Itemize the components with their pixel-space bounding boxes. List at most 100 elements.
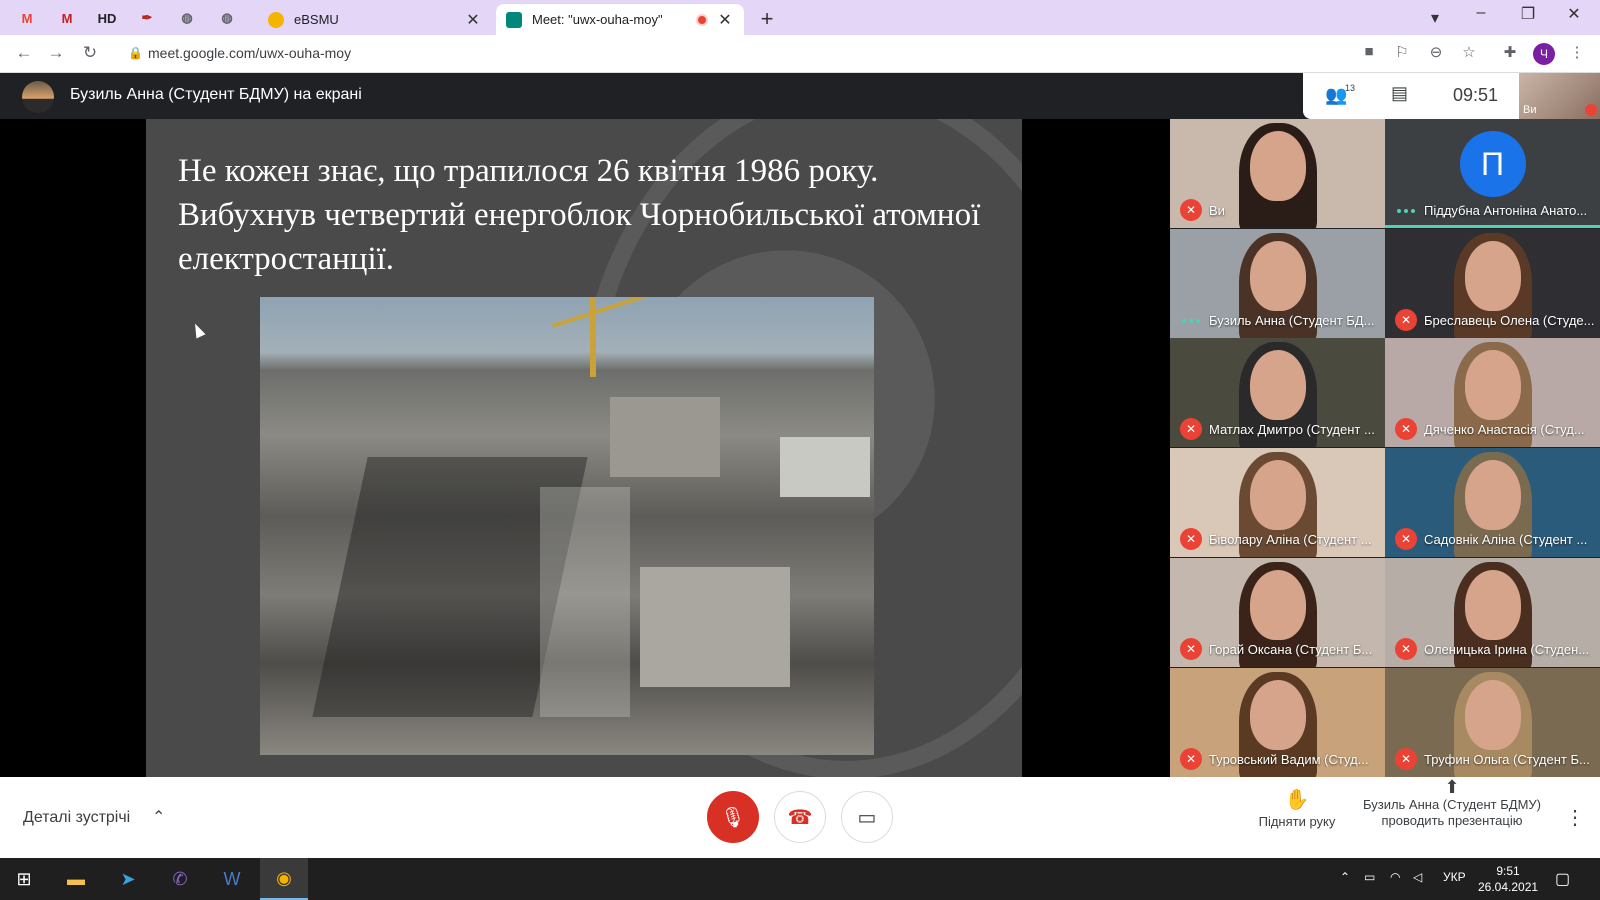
participant-tile[interactable]: ✕ Ви	[1170, 119, 1385, 228]
wifi-icon[interactable]: ◠	[1390, 870, 1400, 884]
raise-hand-button[interactable]: ✋ Підняти руку	[1252, 787, 1342, 829]
participant-face	[1249, 350, 1306, 421]
participant-tile[interactable]: ✕ Біволару Аліна (Студент ...	[1170, 448, 1385, 558]
participant-tile[interactable]: ✕ Туровський Вадим (Студ...	[1170, 667, 1385, 777]
lock-icon: 🔒	[128, 46, 143, 60]
language-indicator[interactable]: УКР	[1443, 870, 1466, 884]
mic-toggle-button[interactable]: 🎙	[707, 791, 759, 843]
participant-tile[interactable]: ✕ Бреславець Олена (Студе...	[1385, 228, 1600, 338]
participant-face	[1464, 679, 1521, 750]
tab-ebsmu[interactable]: eBSMU ✕	[258, 4, 492, 35]
participant-name: Біволару Аліна (Студент ...	[1209, 532, 1372, 548]
zoom-icon[interactable]: ⊖	[1425, 43, 1447, 61]
chat-icon[interactable]: ▤	[1391, 83, 1408, 104]
hd-icon[interactable]: HD	[92, 6, 122, 30]
forward-icon[interactable]: →	[44, 43, 68, 63]
pen-icon[interactable]: ✒	[132, 6, 162, 30]
battery-icon[interactable]: ▭	[1364, 870, 1375, 884]
hand-icon: ✋	[1284, 789, 1310, 811]
speaking-icon	[1397, 207, 1415, 215]
file-explorer-icon[interactable]: ▬	[52, 858, 100, 900]
telegram-icon[interactable]: ➤	[104, 858, 152, 900]
restore-icon[interactable]: ❐	[1513, 4, 1543, 24]
taskbar-date: 26.04.2021	[1478, 880, 1539, 894]
ebsmu-favicon-icon	[268, 11, 284, 28]
participant-tile[interactable]: П Піддубна Антоніна Анато...	[1385, 119, 1600, 228]
mic-off-icon: ✕	[1395, 308, 1417, 331]
close-icon[interactable]: ✕	[716, 10, 734, 30]
mic-off-icon	[1585, 104, 1597, 116]
participant-name: Туровський Вадим (Студ...	[1209, 751, 1369, 767]
participant-count: 13	[1345, 83, 1356, 93]
participant-name: Бреславець Олена (Студе...	[1424, 312, 1595, 328]
participant-face	[1249, 460, 1306, 531]
mic-off-icon: ✕	[1180, 418, 1202, 441]
participant-tile[interactable]: ✕ Матлах Дмитро (Студент ...	[1170, 338, 1385, 448]
participant-name: Горай Оксана (Студент Б...	[1209, 641, 1373, 657]
meeting-details-button[interactable]: Деталі зустрічі	[23, 809, 130, 827]
tab-meet[interactable]: Meet: "uwx-ouha-moy" ✕	[496, 4, 744, 35]
meeting-clock: 09:51	[1453, 85, 1499, 105]
mic-off-icon: ✕	[1180, 637, 1202, 660]
tab-title: Meet: "uwx-ouha-moy"	[532, 12, 663, 27]
meeting-info-card: 👥 13 ▤ 09:51	[1303, 73, 1519, 119]
mic-off-icon: ✕	[1395, 637, 1417, 660]
reload-icon[interactable]: ↻	[78, 43, 102, 63]
camera-toggle-button[interactable]: ▭	[841, 791, 893, 843]
viber-icon[interactable]: ✆	[156, 858, 204, 900]
participant-name: Труфин Ольга (Студент Б...	[1424, 751, 1590, 767]
window-close-icon[interactable]: ✕	[1559, 4, 1589, 24]
leave-call-button[interactable]: ☎	[774, 791, 826, 843]
profile-avatar[interactable]: Ч	[1533, 43, 1555, 65]
participant-name: Матлах Дмитро (Студент ...	[1209, 422, 1375, 438]
camera-in-use-icon[interactable]: ■	[1358, 43, 1380, 60]
more-options-icon[interactable]: ⋮	[1565, 805, 1585, 830]
chevron-up-icon[interactable]: ⌃	[152, 807, 165, 827]
globe-icon[interactable]: ◍	[172, 6, 202, 30]
chrome-menu-icon[interactable]: ⋮	[1566, 43, 1588, 61]
participant-face	[1249, 569, 1306, 640]
chrome-icon[interactable]: ◉	[260, 858, 308, 900]
browser-toolbar: ← → ↻ 🔒 meet.google.com/uwx-ouha-moy ■ ⚐…	[0, 35, 1600, 73]
new-tab-button[interactable]: +	[755, 6, 779, 32]
close-icon[interactable]: ✕	[464, 10, 482, 30]
minimize-icon[interactable]: –	[1466, 4, 1496, 22]
word-icon[interactable]: W	[208, 858, 256, 900]
presenting-indicator[interactable]: ⬆ Бузиль Анна (Студент БДМУ) проводить п…	[1362, 777, 1542, 829]
participant-tile[interactable]: ✕ Садовнік Аліна (Студент ...	[1385, 448, 1600, 558]
participant-tile[interactable]: ✕ Дяченко Анастасія (Студ...	[1385, 338, 1600, 448]
tray-expand-icon[interactable]: ⌃	[1340, 870, 1350, 884]
back-icon[interactable]: ←	[12, 43, 36, 63]
tab-search-icon[interactable]: ▾	[1420, 8, 1450, 28]
url-text: meet.google.com/uwx-ouha-moy	[148, 45, 352, 61]
meet-favicon-icon	[506, 11, 522, 28]
participant-tile[interactable]: ✕ Оленицька Ірина (Студен...	[1385, 557, 1600, 667]
participant-name: Піддубна Антоніна Анато...	[1424, 203, 1588, 218]
volume-icon[interactable]: ◁	[1413, 870, 1422, 884]
participant-name: Бузиль Анна (Студент БД...	[1209, 312, 1375, 328]
participant-face	[1249, 240, 1306, 311]
windows-start-icon[interactable]: ⊞	[0, 858, 48, 900]
translate-icon[interactable]: ⚐	[1391, 43, 1413, 61]
participant-tile[interactable]: ✕ Горай Оксана (Студент Б...	[1170, 557, 1385, 667]
present-screen-icon: ⬆	[1444, 777, 1460, 797]
presentation-slide: Не кожен знає, що трапилося 26 квітня 19…	[146, 119, 1022, 777]
taskbar-clock[interactable]: 9:51 26.04.2021	[1478, 863, 1538, 895]
gmail-icon[interactable]: M	[12, 6, 42, 30]
gmail-icon[interactable]: M	[52, 6, 82, 30]
participant-face	[1249, 679, 1306, 750]
taskbar-time: 9:51	[1496, 864, 1520, 878]
extensions-icon[interactable]: ✚	[1499, 43, 1521, 61]
participant-name: Дяченко Анастасія (Студ...	[1424, 422, 1585, 438]
self-view-thumbnail[interactable]: Ви	[1519, 73, 1600, 119]
participant-grid: ✕ Ви П Піддубна Антоніна Анато... Бузиль Анн…	[1170, 119, 1600, 777]
globe-icon[interactable]: ◍	[212, 6, 242, 30]
bookmark-star-icon[interactable]: ☆	[1458, 43, 1480, 61]
notifications-icon[interactable]: ▢	[1555, 869, 1570, 889]
mic-off-icon: ✕	[1180, 199, 1202, 221]
mic-off-icon: ✕	[1395, 528, 1417, 551]
participant-tile[interactable]: ✕ Труфин Ольга (Студент Б...	[1385, 667, 1600, 777]
presentation-stage: Не кожен знає, що трапилося 26 квітня 19…	[0, 119, 1170, 777]
presenting-label: Бузиль Анна (Студент БДМУ) проводить пре…	[1362, 797, 1541, 828]
participant-tile[interactable]: Бузиль Анна (Студент БД...	[1170, 228, 1385, 338]
